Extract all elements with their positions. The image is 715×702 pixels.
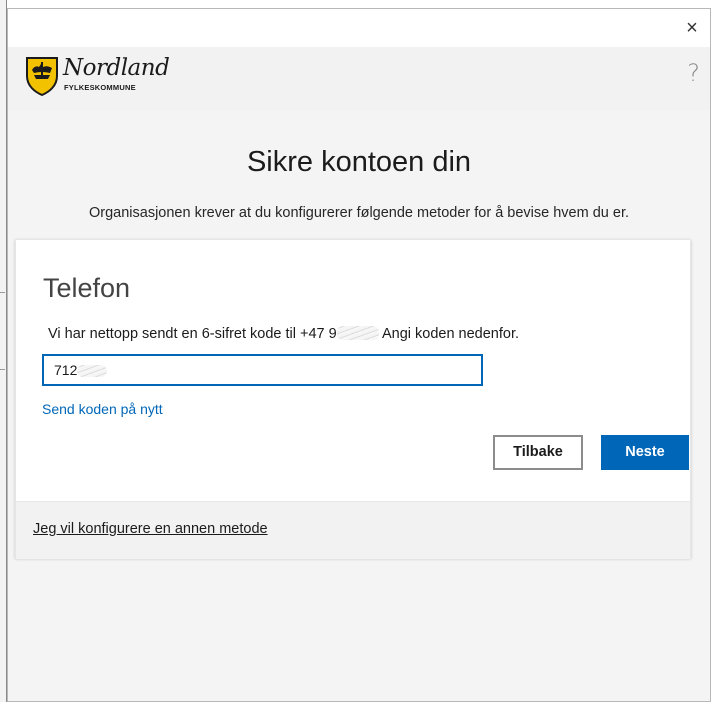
instructions-prefix: Vi har nettopp sendt en 6-sifret kode ti… xyxy=(48,326,337,342)
code-value: 712 xyxy=(54,362,78,378)
background-window-edge xyxy=(0,0,7,702)
card-footer: Jeg vil konfigurere en annen metode xyxy=(16,501,690,559)
resend-code-link[interactable]: Send koden på nytt xyxy=(42,401,163,417)
method-title: Telefon xyxy=(43,273,131,303)
mfa-setup-dialog: × Nordland FYLKESKOMMUNE ? Sikre kontoen… xyxy=(7,8,711,702)
title-bar: × xyxy=(8,9,710,47)
redacted-phone-number xyxy=(336,326,379,340)
background-mark xyxy=(0,292,5,293)
page-subtitle: Organisasjonen krever at du konfigurerer… xyxy=(88,205,629,221)
redacted-code xyxy=(77,365,108,377)
brand-name: Nordland xyxy=(63,55,170,81)
instructions-suffix: Angi koden nedenfor. xyxy=(381,326,520,342)
background-mark xyxy=(0,369,5,370)
method-card: Telefon Vi har nettopp sendt en 6-sifret… xyxy=(15,239,691,559)
brand-header: Nordland FYLKESKOMMUNE ? xyxy=(8,47,710,111)
other-method-link[interactable]: Jeg vil konfigurere en annen metode xyxy=(33,521,268,537)
next-button[interactable]: Neste xyxy=(601,435,689,470)
close-button[interactable]: × xyxy=(680,16,704,40)
instructions-text: Vi har nettopp sendt en 6-sifret kode ti… xyxy=(48,326,519,342)
page-title: Sikre kontoen din xyxy=(246,146,472,178)
brand-subtitle: FYLKESKOMMUNE xyxy=(64,83,136,92)
code-input[interactable]: 712 xyxy=(42,354,483,386)
help-icon[interactable]: ? xyxy=(687,59,700,87)
back-button[interactable]: Tilbake xyxy=(493,435,583,470)
shield-icon xyxy=(26,57,58,96)
